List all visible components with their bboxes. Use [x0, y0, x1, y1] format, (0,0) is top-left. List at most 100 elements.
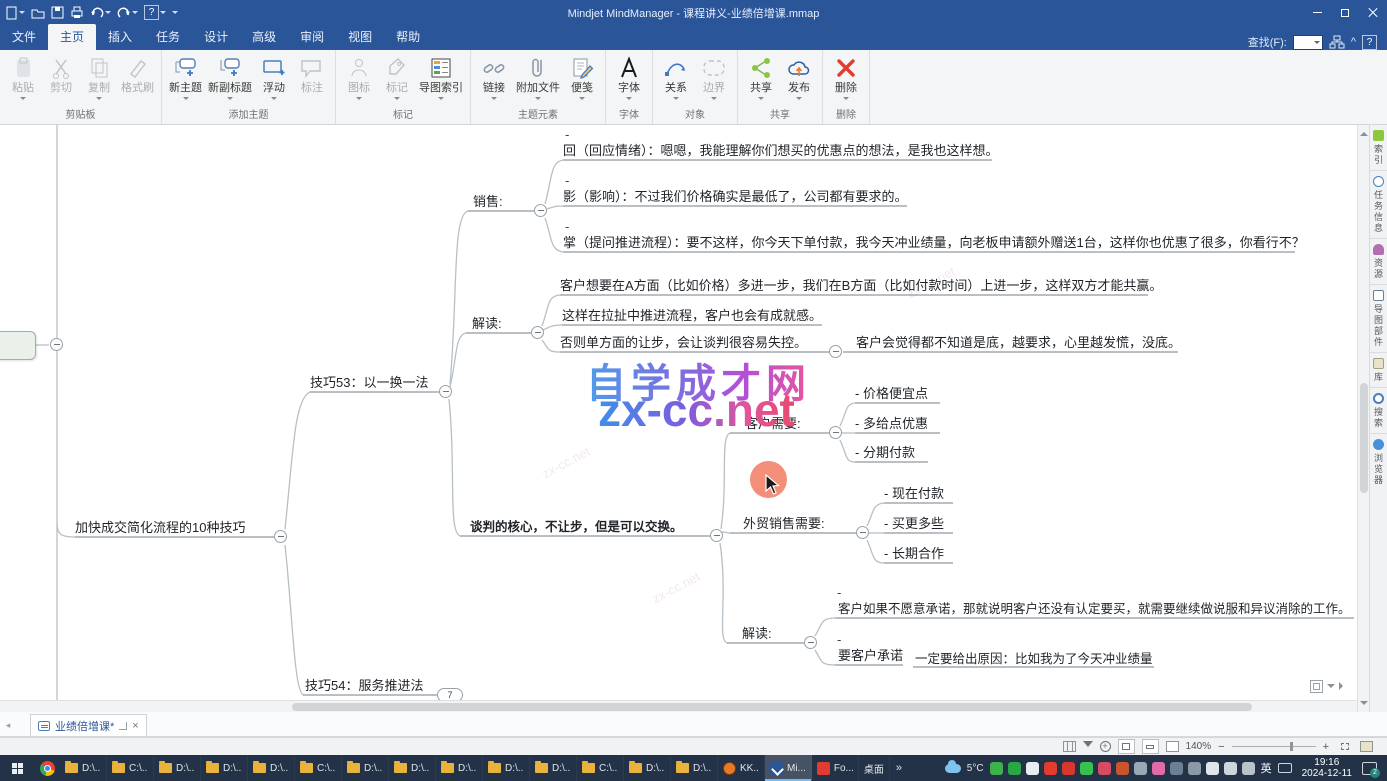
topic-customer-3[interactable]: - 分期付款 — [855, 445, 915, 461]
root-topic[interactable]: 增 — [0, 331, 36, 360]
tab-nav-left[interactable]: ◂ — [0, 720, 16, 736]
taskbar-clock[interactable]: 19:16 2024-12-11 — [1298, 757, 1356, 779]
pane-tab-index[interactable]: 索引 — [1370, 125, 1387, 171]
floating-topic-button[interactable]: 浮动 — [255, 52, 293, 103]
new-document-button[interactable] — [6, 6, 25, 20]
tray-icon[interactable] — [1080, 762, 1093, 775]
tray-icon[interactable] — [1188, 762, 1201, 775]
taskbar-kk-button[interactable]: KK... — [718, 755, 765, 781]
document-tab-active[interactable]: 业绩倍增课* × — [30, 714, 147, 736]
collapse-toggle[interactable] — [829, 426, 842, 439]
redo-button[interactable] — [117, 7, 138, 19]
weather-temp[interactable]: 5°C — [967, 763, 984, 774]
paste-button[interactable]: 粘贴 — [4, 52, 42, 103]
close-button[interactable] — [1359, 0, 1387, 25]
tray-icon[interactable] — [1206, 762, 1219, 775]
touch-keyboard-icon[interactable] — [1278, 763, 1292, 773]
close-tab-icon[interactable]: × — [132, 720, 138, 732]
maximize-button[interactable] — [1331, 0, 1359, 25]
tray-icon[interactable] — [1044, 762, 1057, 775]
fit-window-icon[interactable] — [1336, 739, 1353, 754]
weather-cloud-icon[interactable] — [945, 764, 961, 773]
pane-tab-browser[interactable]: 浏览器 — [1370, 434, 1387, 490]
taskbar-folder-item[interactable]: D:\... — [530, 755, 577, 781]
calendar-icon[interactable] — [1166, 741, 1179, 752]
action-center-icon[interactable]: 2 — [1362, 762, 1377, 775]
pane-tab-library[interactable]: 库 — [1370, 353, 1387, 388]
collapse-toggle[interactable] — [50, 338, 63, 351]
taskbar-folder-item[interactable]: C:\... — [107, 755, 154, 781]
chevron-right-icon[interactable] — [1339, 682, 1347, 690]
collapse-toggle[interactable] — [856, 526, 869, 539]
topic-dash[interactable]: - — [837, 585, 841, 600]
select-topic-icon[interactable]: + — [1100, 741, 1111, 752]
vertical-scrollbar[interactable] — [1357, 125, 1369, 712]
save-button[interactable] — [51, 6, 64, 19]
collapse-toggle[interactable] — [274, 530, 287, 543]
tab-help[interactable]: 帮助 — [384, 24, 432, 50]
taskbar-folder-item[interactable]: D:\... — [624, 755, 671, 781]
split-view-icon[interactable] — [1310, 680, 1323, 693]
fit-page-button[interactable] — [1142, 739, 1159, 754]
taskbar-folder-item[interactable]: D:\... — [389, 755, 436, 781]
collapse-toggle[interactable] — [531, 326, 544, 339]
zoom-out-button[interactable]: − — [1218, 741, 1224, 753]
horizontal-scrollbar[interactable] — [0, 700, 1357, 712]
new-subtopic-button[interactable]: 新副标题 — [205, 52, 255, 103]
topic-interpret1-3-sub[interactable]: 客户会觉得都不知道是底，越要求，心里越发慌，没底。 — [856, 335, 1181, 351]
zoom-in-button[interactable]: + — [1323, 741, 1329, 753]
topic-interpret2[interactable]: 解读: — [742, 626, 772, 642]
scroll-down-icon[interactable] — [1360, 701, 1368, 709]
taskbar-folder-item[interactable]: D:\... — [483, 755, 530, 781]
zoom-slider[interactable] — [1232, 746, 1316, 747]
topic-columns-icon[interactable] — [1063, 741, 1076, 752]
taskbar-desktop-toolbar[interactable]: 桌面 — [859, 755, 890, 781]
topic-sales-3[interactable]: 掌（提问推进流程）：要不这样，你今天下单付款，我今天冲业绩量，向老板申请额外赠送… — [563, 235, 1305, 251]
taskbar-chrome-button[interactable] — [34, 761, 60, 776]
topic-dash[interactable]: - — [837, 632, 841, 647]
font-button[interactable]: 字体 — [610, 52, 648, 103]
input-language-indicator[interactable]: 英 — [1261, 760, 1272, 776]
link-button[interactable]: 链接 — [475, 52, 513, 103]
collapse-ribbon-button[interactable]: ^ — [1351, 36, 1356, 48]
publish-button[interactable]: 发布 — [780, 52, 818, 103]
topic-interpret2-1[interactable]: 客户如果不愿意承诺，那就说明客户还没有认定要买，就需要继续做说服和异议消除的工作… — [838, 601, 1351, 617]
relationship-button[interactable]: 关系 — [657, 52, 695, 103]
tray-icon[interactable] — [1170, 762, 1183, 775]
topic-sales-1[interactable]: 回（回应情绪）：嗯嗯，我能理解你们想买的优惠点的想法，是我也这样想。 — [563, 143, 999, 159]
scrollbar-thumb[interactable] — [292, 703, 1252, 711]
topic-core[interactable]: 谈判的核心，不让步，但是可以交换。 — [470, 519, 683, 535]
taskbar-folder-item[interactable]: D:\... — [671, 755, 718, 781]
tab-insert[interactable]: 插入 — [96, 24, 144, 50]
taskbar-folder-item[interactable]: D:\... — [436, 755, 483, 781]
tray-icon[interactable] — [1242, 762, 1255, 775]
tab-view[interactable]: 视图 — [336, 24, 384, 50]
collapse-toggle[interactable] — [804, 636, 817, 649]
taskbar-folder-item[interactable]: D:\... — [201, 755, 248, 781]
tab-design[interactable]: 设计 — [192, 24, 240, 50]
taskbar-folder-item[interactable]: D:\... — [342, 755, 389, 781]
topic-interpret2-2[interactable]: 要客户承诺 — [838, 648, 903, 664]
copy-button[interactable]: 复制 — [80, 52, 118, 103]
topic-skill54[interactable]: 技巧54：服务推进法 — [305, 678, 423, 694]
tag-button[interactable]: 标记 — [378, 52, 416, 103]
map-canvas[interactable]: 增 加快成交简化流程的10种技巧 技巧53：以一换一法 技巧54：服务推进法 7… — [0, 125, 1357, 712]
icon-marker-button[interactable]: 图标 — [340, 52, 378, 103]
topic-trade[interactable]: 外贸销售需要: — [743, 516, 825, 532]
topic-interpret1-3[interactable]: 否则单方面的让步，会让谈判很容易失控。 — [560, 335, 807, 351]
tab-home[interactable]: 主页 — [48, 24, 96, 50]
toolbar-overflow-chevron[interactable]: » — [890, 762, 908, 774]
topic-interpret1[interactable]: 解读: — [472, 316, 502, 332]
fit-map-button[interactable] — [1118, 739, 1135, 754]
tray-icon[interactable] — [1062, 762, 1075, 775]
tab-review[interactable]: 审阅 — [288, 24, 336, 50]
map-index-button[interactable]: 导图索引 — [416, 52, 466, 103]
taskbar-folder-item[interactable]: D:\... — [248, 755, 295, 781]
share-button[interactable]: 共享 — [742, 52, 780, 103]
pane-tab-task-info[interactable]: 任务信息 — [1370, 171, 1387, 239]
help-button[interactable]: ? — [144, 5, 166, 20]
cut-button[interactable]: 剪切 — [42, 52, 80, 103]
taskbar-folder-item[interactable]: C:\... — [577, 755, 624, 781]
scroll-up-icon[interactable] — [1360, 128, 1368, 136]
topic-customer-2[interactable]: - 多给点优惠 — [855, 416, 928, 432]
